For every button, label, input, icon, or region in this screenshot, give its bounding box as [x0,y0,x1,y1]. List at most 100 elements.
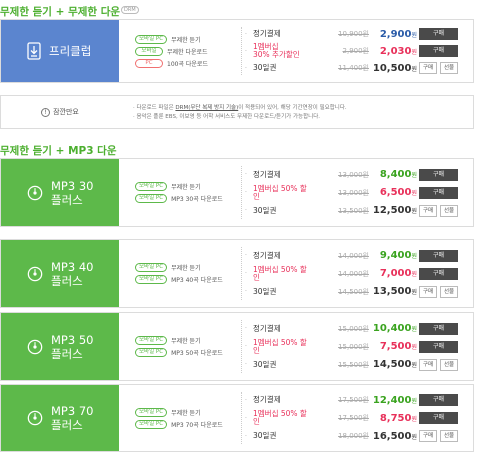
plan-label: 30일권 [253,286,277,296]
original-price: 14,500원 [338,287,369,296]
plan-row: · 30일권 18,000원 16,500원 구매 선물 [245,427,471,445]
currency-unit: 원 [411,415,417,423]
sale-price: 2,030원 [369,46,417,57]
action-buttons: 구매 선물 [419,430,458,442]
notice-line1-pre: 다운로드 파일은 [136,105,176,111]
original-price: 15,000원 [338,324,369,333]
action-buttons: 구매 [419,45,458,57]
buy-button[interactable]: 구매 [419,322,458,335]
buy-button[interactable]: 구매 [419,45,458,57]
gift-button[interactable]: 선물 [440,358,458,371]
buy-button[interactable]: 구매 [419,186,458,199]
plan-row: · 30일권 11,400원 10,500원 구매 선물 [245,60,471,77]
currency-unit: 원 [411,65,417,73]
plan-row: · 30일권 15,500원 14,500원 구매 선물 [245,356,471,374]
product-name: MP3 50 플러스 [51,332,94,361]
buy-button[interactable]: 구매 [419,358,437,371]
action-buttons: 구매 [419,340,458,353]
feature-text: MP3 30곡 다운로드 [171,196,223,203]
sale-price-value: 14,500 [372,359,412,370]
platform-tag: 모바일 PC [135,194,168,203]
currency-unit: 원 [411,172,417,179]
gift-button[interactable]: 선물 [440,285,458,298]
plan-label: 1멤버십 50% 할인 [253,337,307,355]
buy-button[interactable]: 구매 [419,62,437,74]
sale-price: 13,500원 [369,286,417,297]
original-price: 11,400원 [338,64,369,72]
plan-list: · 정기결제 13,000원 8,400원 구매 · 1멤버십 50% 할인 13,000원 6… [245,159,471,226]
original-price: 17,500원 [338,414,369,422]
feature-list: 모바일 PC 무제한 듣기 모바일 PC MP3 50곡 다운로드 [135,313,233,380]
action-buttons: 구매 [419,394,458,406]
download-icon [27,42,41,60]
notice-text: · 다운로드 파일은 DRM(무단 복제 방지 기술)이 적용되어 있어, 해당… [133,104,347,122]
original-price: 13,500원 [338,206,369,215]
plan-label: 1멤버십 50% 할인 [253,264,307,282]
plan-label: 정기결제 [253,169,281,179]
buy-button[interactable]: 구매 [419,430,437,442]
sale-price: 8,400원 [369,169,417,180]
notice-box: ! 잠깐만요 · 다운로드 파일은 DRM(무단 복제 방지 기술)이 적용되어 … [0,95,474,129]
product-name: MP3 30 플러스 [51,178,94,207]
gift-button[interactable]: 선물 [440,204,458,217]
sale-price: 10,500원 [369,63,417,74]
bullet-marker: · [245,207,247,214]
plan-label: 정기결제 [253,29,281,38]
feature-text: 무제한 듣기 [171,338,201,345]
buy-button[interactable]: 구매 [419,285,437,298]
plan-label: 30일권 [253,205,277,215]
buy-button[interactable]: 구매 [419,394,458,406]
sale-price: 6,500원 [369,187,417,198]
buy-button[interactable]: 구매 [419,267,458,280]
original-price: 15,500원 [338,360,369,369]
divider [241,320,242,373]
sale-price-value: 10,500 [372,62,412,74]
plan-label: 30일권 [253,359,277,369]
buy-button[interactable]: 구매 [419,28,458,40]
drm-link[interactable]: DRM(무단 복제 방지 기술) [175,105,238,111]
buy-button[interactable]: 구매 [419,168,458,181]
original-price: 14,000원 [338,269,369,278]
plan-row: · 정기결제 15,000원 10,400원 구매 [245,320,471,338]
feature-item: PC 100곡 다운로드 [135,58,233,68]
divider [241,392,242,444]
bullet-marker: · [245,189,247,196]
buy-button[interactable]: 구매 [419,249,458,262]
divider [241,247,242,300]
action-buttons: 구매 선물 [419,62,458,74]
gift-button[interactable]: 선물 [440,62,458,74]
feature-item: 모바일 PC MP3 30곡 다운로드 [135,194,233,203]
music-disc-icon [27,410,43,426]
sale-price-value: 2,030 [379,45,412,57]
original-price: 18,000원 [338,432,369,440]
feature-text: MP3 40곡 다운로드 [171,277,223,284]
original-price: 17,500원 [338,396,369,404]
action-buttons: 구매 선물 [419,285,458,298]
notice-label: ! 잠깐만요 [1,96,119,128]
notice-line-2: · 음악은 플룬 EBS, 이보영 등 어학 서비스도 무제한 다운로드/듣기가… [133,114,321,120]
feature-text: 무제한 듣기 [171,36,201,44]
drm-badge: DRM [121,5,139,14]
buy-button[interactable]: 구매 [419,412,458,424]
gift-button[interactable]: 선물 [440,430,458,442]
feature-item: 모바일 PC MP3 70곡 다운로드 [135,419,233,429]
music-disc-icon [27,266,43,281]
plan-list: · 정기결제 15,000원 10,400원 구매 · 1멤버십 50% 할인 15,000원… [245,313,471,380]
original-price: 14,000원 [338,251,369,260]
feature-item: 모바일 PC 무제한 듣기 [135,182,233,191]
product-card-mp3-40: MP3 40 플러스 모바일 PC 무제한 듣기 모바일 PC MP3 40곡 다운로드… [0,239,474,308]
notice-label-text: 잠깐만요 [53,108,79,116]
product-name: 프리클럽 [49,44,92,58]
product-banner: MP3 30 플러스 [1,159,119,226]
plan-row: · 30일권 14,500원 13,500원 구매 선물 [245,283,471,301]
bullet-marker: · [245,30,247,38]
buy-button[interactable]: 구매 [419,204,437,217]
sale-price-value: 16,500 [372,430,412,442]
product-card-mp3-70: MP3 70 플러스 모바일 PC 무제한 듣기 모바일 PC MP3 70곡 다운로드… [0,384,474,452]
sale-price-value: 13,500 [372,286,412,297]
product-banner: MP3 40 플러스 [1,240,119,307]
feature-item: 모바일 무제한 다운로드 [135,46,233,56]
currency-unit: 원 [411,397,417,405]
platform-tag: 모바일 PC [135,263,168,272]
buy-button[interactable]: 구매 [419,340,458,353]
